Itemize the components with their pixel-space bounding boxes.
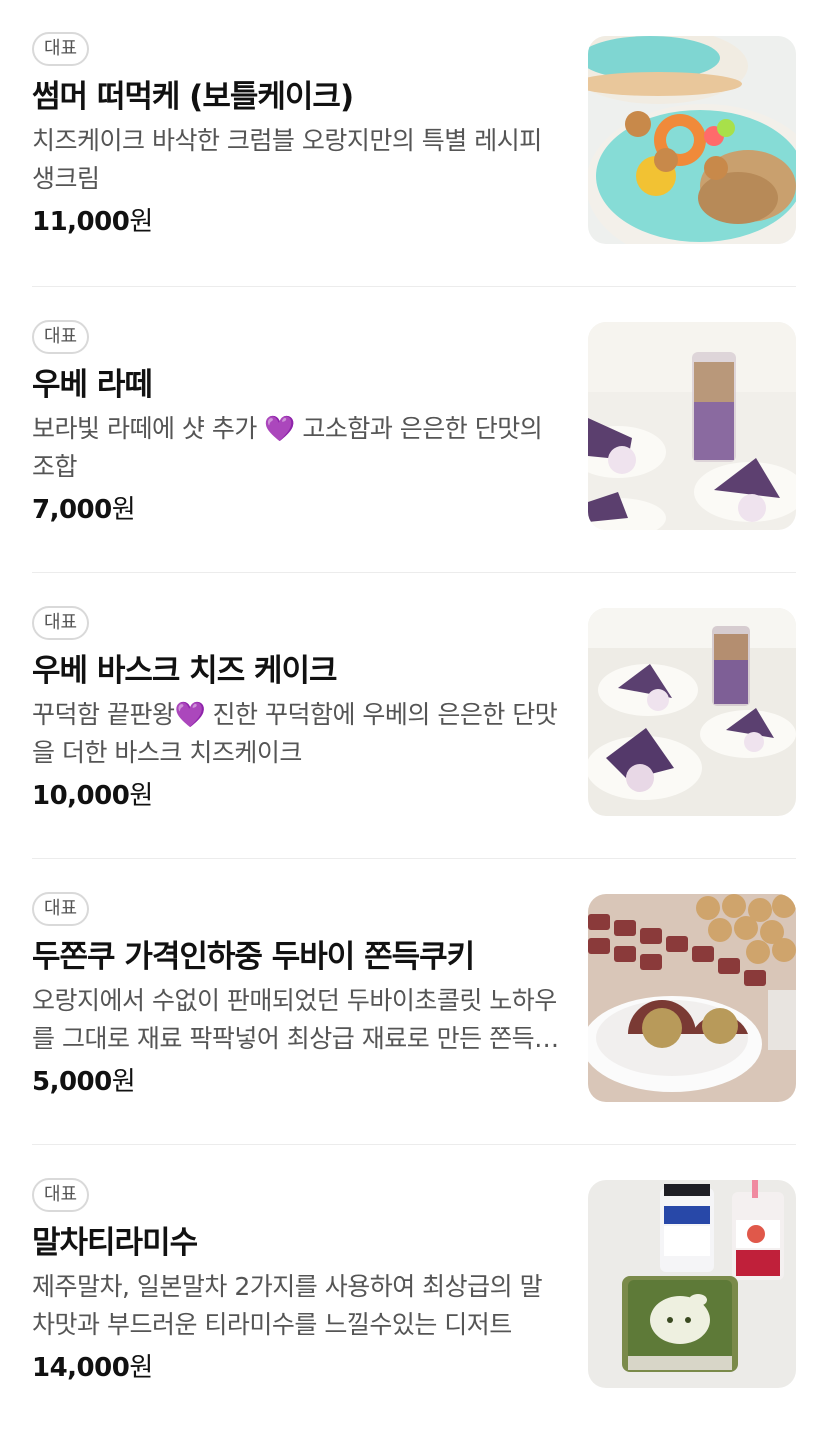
price-value: 10,000 xyxy=(32,781,130,811)
menu-item-price: 11,000원 xyxy=(32,204,562,240)
ube-basque-cheesecake-image xyxy=(588,608,796,816)
menu-item-price: 5,000원 xyxy=(32,1064,562,1100)
dubai-chewy-cookie-image xyxy=(588,894,796,1102)
menu-item-text: 대표 우베 라떼 보라빛 라떼에 샷 추가 💜 고소함과 은은한 단맛의 조합 … xyxy=(32,320,562,528)
menu-item-description: 꾸덕함 끝판왕💜 진한 꾸덕함에 우베의 은은한 단맛을 더한 바스크 치즈케이… xyxy=(32,700,558,767)
signature-badge: 대표 xyxy=(32,1178,90,1212)
menu-item-description: 오랑지에서 수없이 판매되었던 두바이초콜릿 노하우를 그대로 재료 팍팍넣어 … xyxy=(32,986,557,1053)
menu-item-image[interactable] xyxy=(588,1180,796,1388)
price-currency: 원 xyxy=(111,1067,136,1097)
menu-item-name: 썸머 떠먹케 (보틀케이크) xyxy=(32,79,354,115)
menu-item[interactable]: 대표 두쫀쿠 가격인하중 두바이 쫀득쿠키 오랑지에서 수없이 판매되었던 두바… xyxy=(0,858,828,1144)
menu-item-description: 치즈케이크 바삭한 크럼블 오랑지만의 특별 레시피 생크림 xyxy=(32,126,542,193)
menu-item-image[interactable] xyxy=(588,894,796,1102)
menu-item-description: 제주말차, 일본말차 2가지를 사용하여 최상급의 말차맛과 부드러운 티라미수… xyxy=(32,1272,543,1339)
menu-item-image[interactable] xyxy=(588,322,796,530)
menu-item-name: 우베 바스크 치즈 케이크 xyxy=(32,653,338,689)
menu-item-price: 7,000원 xyxy=(32,492,562,528)
price-currency: 원 xyxy=(129,781,153,811)
menu-item-image[interactable] xyxy=(588,608,796,816)
signature-badge: 대표 xyxy=(32,892,90,926)
summer-bottle-cake-image xyxy=(588,36,796,244)
price-currency: 원 xyxy=(129,1353,153,1383)
menu-item-text: 대표 우베 바스크 치즈 케이크 꾸덕함 끝판왕💜 진한 꾸덕함에 우베의 은은… xyxy=(32,606,562,814)
price-value: 5,000 xyxy=(32,1067,112,1097)
signature-badge: 대표 xyxy=(32,320,90,354)
menu-item-image[interactable] xyxy=(588,36,796,244)
menu-item-text: 대표 썸머 떠먹케 (보틀케이크) 치즈케이크 바삭한 크럼블 오랑지만의 특별… xyxy=(32,32,562,240)
menu-item[interactable]: 대표 썸머 떠먹케 (보틀케이크) 치즈케이크 바삭한 크럼블 오랑지만의 특별… xyxy=(0,0,828,286)
matcha-tiramisu-image xyxy=(588,1180,796,1388)
ube-latte-image xyxy=(588,322,796,530)
signature-badge: 대표 xyxy=(32,32,90,66)
menu-item[interactable]: 대표 우베 바스크 치즈 케이크 꾸덕함 끝판왕💜 진한 꾸덕함에 우베의 은은… xyxy=(0,572,828,858)
price-value: 7,000 xyxy=(32,495,112,525)
menu-item-text: 대표 두쫀쿠 가격인하중 두바이 쫀득쿠키 오랑지에서 수없이 판매되었던 두바… xyxy=(32,892,562,1100)
signature-badge: 대표 xyxy=(32,606,90,640)
menu-item-text: 대표 말차티라미수 제주말차, 일본말차 2가지를 사용하여 최상급의 말차맛과… xyxy=(32,1178,562,1386)
menu-item-price: 14,000원 xyxy=(32,1350,562,1386)
menu-item-name: 두쫀쿠 가격인하중 두바이 쫀득쿠키 xyxy=(32,939,475,975)
menu-list: 대표 썸머 떠먹케 (보틀케이크) 치즈케이크 바삭한 크럼블 오랑지만의 특별… xyxy=(0,0,828,1430)
menu-item-price: 10,000원 xyxy=(32,778,562,814)
menu-item-description: 보라빛 라떼에 샷 추가 💜 고소함과 은은한 단맛의 조합 xyxy=(32,414,543,481)
price-currency: 원 xyxy=(129,207,153,237)
price-currency: 원 xyxy=(111,495,136,525)
menu-item-name: 우베 라떼 xyxy=(32,367,153,403)
menu-item[interactable]: 대표 우베 라떼 보라빛 라떼에 샷 추가 💜 고소함과 은은한 단맛의 조합 … xyxy=(0,286,828,572)
menu-item[interactable]: 대표 말차티라미수 제주말차, 일본말차 2가지를 사용하여 최상급의 말차맛과… xyxy=(0,1144,828,1430)
price-value: 14,000 xyxy=(32,1353,130,1383)
price-value: 11,000 xyxy=(32,207,130,237)
menu-item-name: 말차티라미수 xyxy=(32,1225,198,1261)
